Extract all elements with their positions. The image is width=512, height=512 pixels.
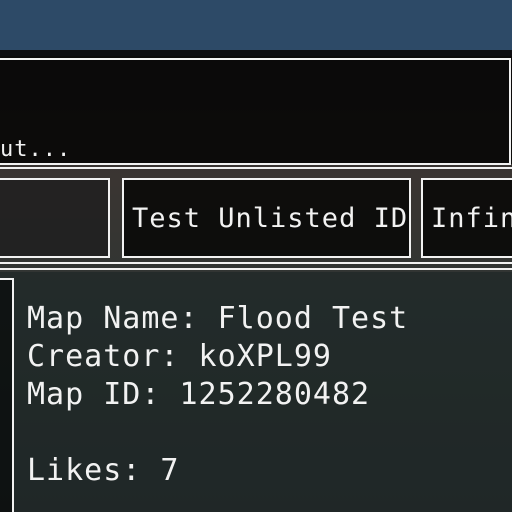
divider-line <box>0 268 512 270</box>
tab-test-unlisted-id[interactable]: Test Unlisted ID <box>122 178 411 258</box>
description-text: ut... <box>0 137 72 162</box>
tab-previous[interactable] <box>0 178 110 258</box>
map-id: Map ID: 1252280482 <box>27 377 371 412</box>
map-info-text: Map Name: Flood Test Creator: koXPL99 Ma… <box>27 300 408 490</box>
top-banner <box>0 0 512 50</box>
tab-next-label: Infin <box>431 202 512 234</box>
map-name: Map Name: Flood Test <box>27 301 409 336</box>
map-creator: Creator: koXPL99 <box>27 339 332 374</box>
tab-next[interactable]: Infin <box>421 178 512 258</box>
description-panel-frame <box>0 58 511 165</box>
divider-line <box>0 262 512 264</box>
map-likes: Likes: 7 <box>27 453 180 488</box>
divider-line <box>0 167 512 169</box>
map-thumbnail-frame <box>0 278 14 512</box>
tab-current-label: Test Unlisted ID <box>132 202 409 234</box>
